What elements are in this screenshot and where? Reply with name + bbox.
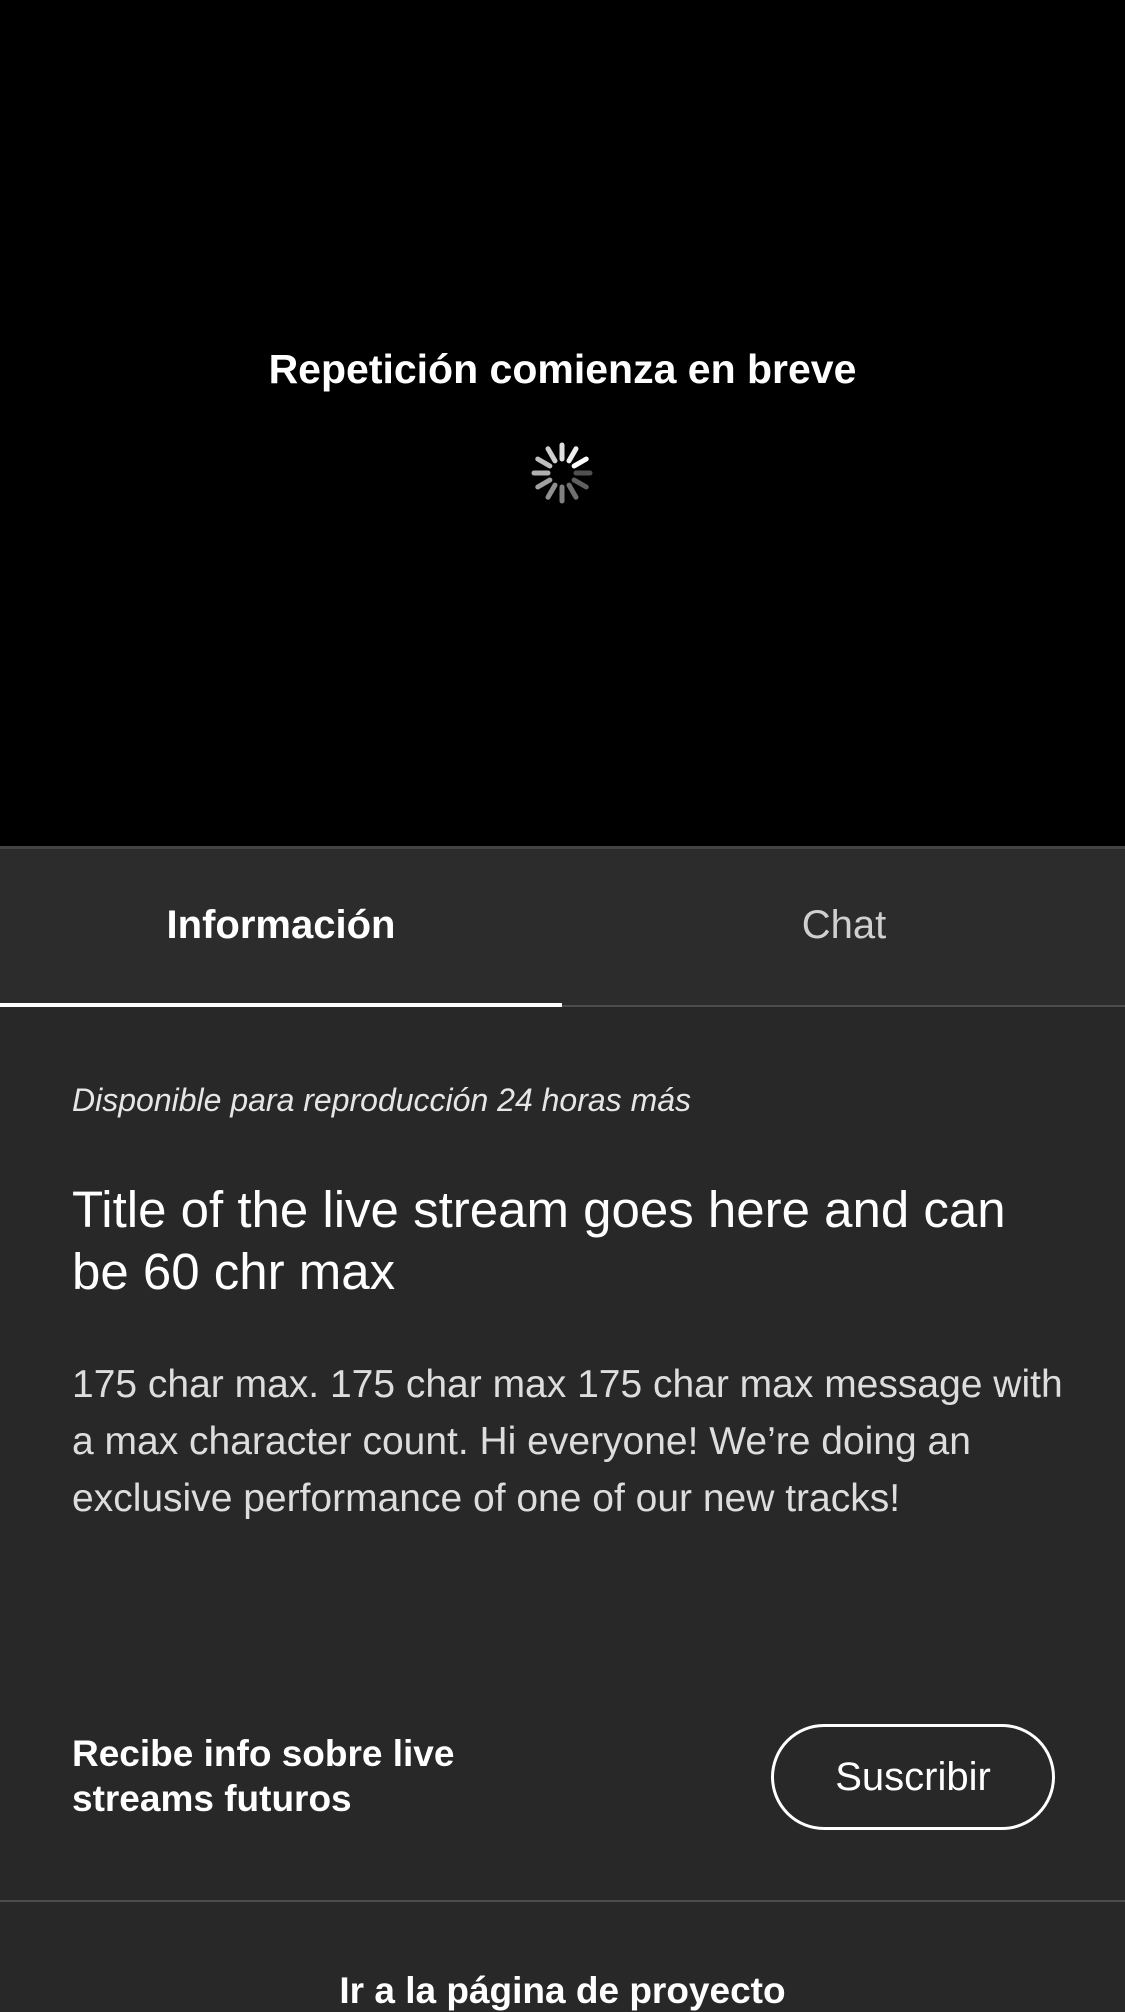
subscribe-prompt: Recibe info sobre live streams futuros: [72, 1733, 455, 1819]
subscribe-button[interactable]: Suscribir: [771, 1724, 1055, 1830]
tab-informacion-label: Información: [166, 903, 396, 947]
availability-note: Disponible para reproducción 24 horas má…: [72, 1082, 692, 1118]
footer-divider: [0, 1900, 1125, 1902]
loading-spinner-icon: [531, 442, 593, 504]
video-player[interactable]: Repetición comienza en breve: [0, 0, 1125, 846]
replay-status-message: Repetición comienza en breve: [268, 346, 857, 392]
tab-informacion[interactable]: Información: [0, 849, 562, 1007]
tab-chat-label: Chat: [801, 903, 887, 947]
info-panel: Disponible para reproducción 24 horas má…: [0, 1007, 1125, 2011]
stream-title: Title of the live stream goes here and c…: [72, 1181, 1006, 1300]
project-page-link[interactable]: Ir a la página de proyecto: [0, 1970, 1125, 2012]
tab-chat[interactable]: Chat: [563, 849, 1125, 1007]
tab-bar: Información Chat: [0, 849, 1125, 1007]
stream-description: 175 char max. 175 char max 175 char max …: [72, 1363, 1063, 1520]
